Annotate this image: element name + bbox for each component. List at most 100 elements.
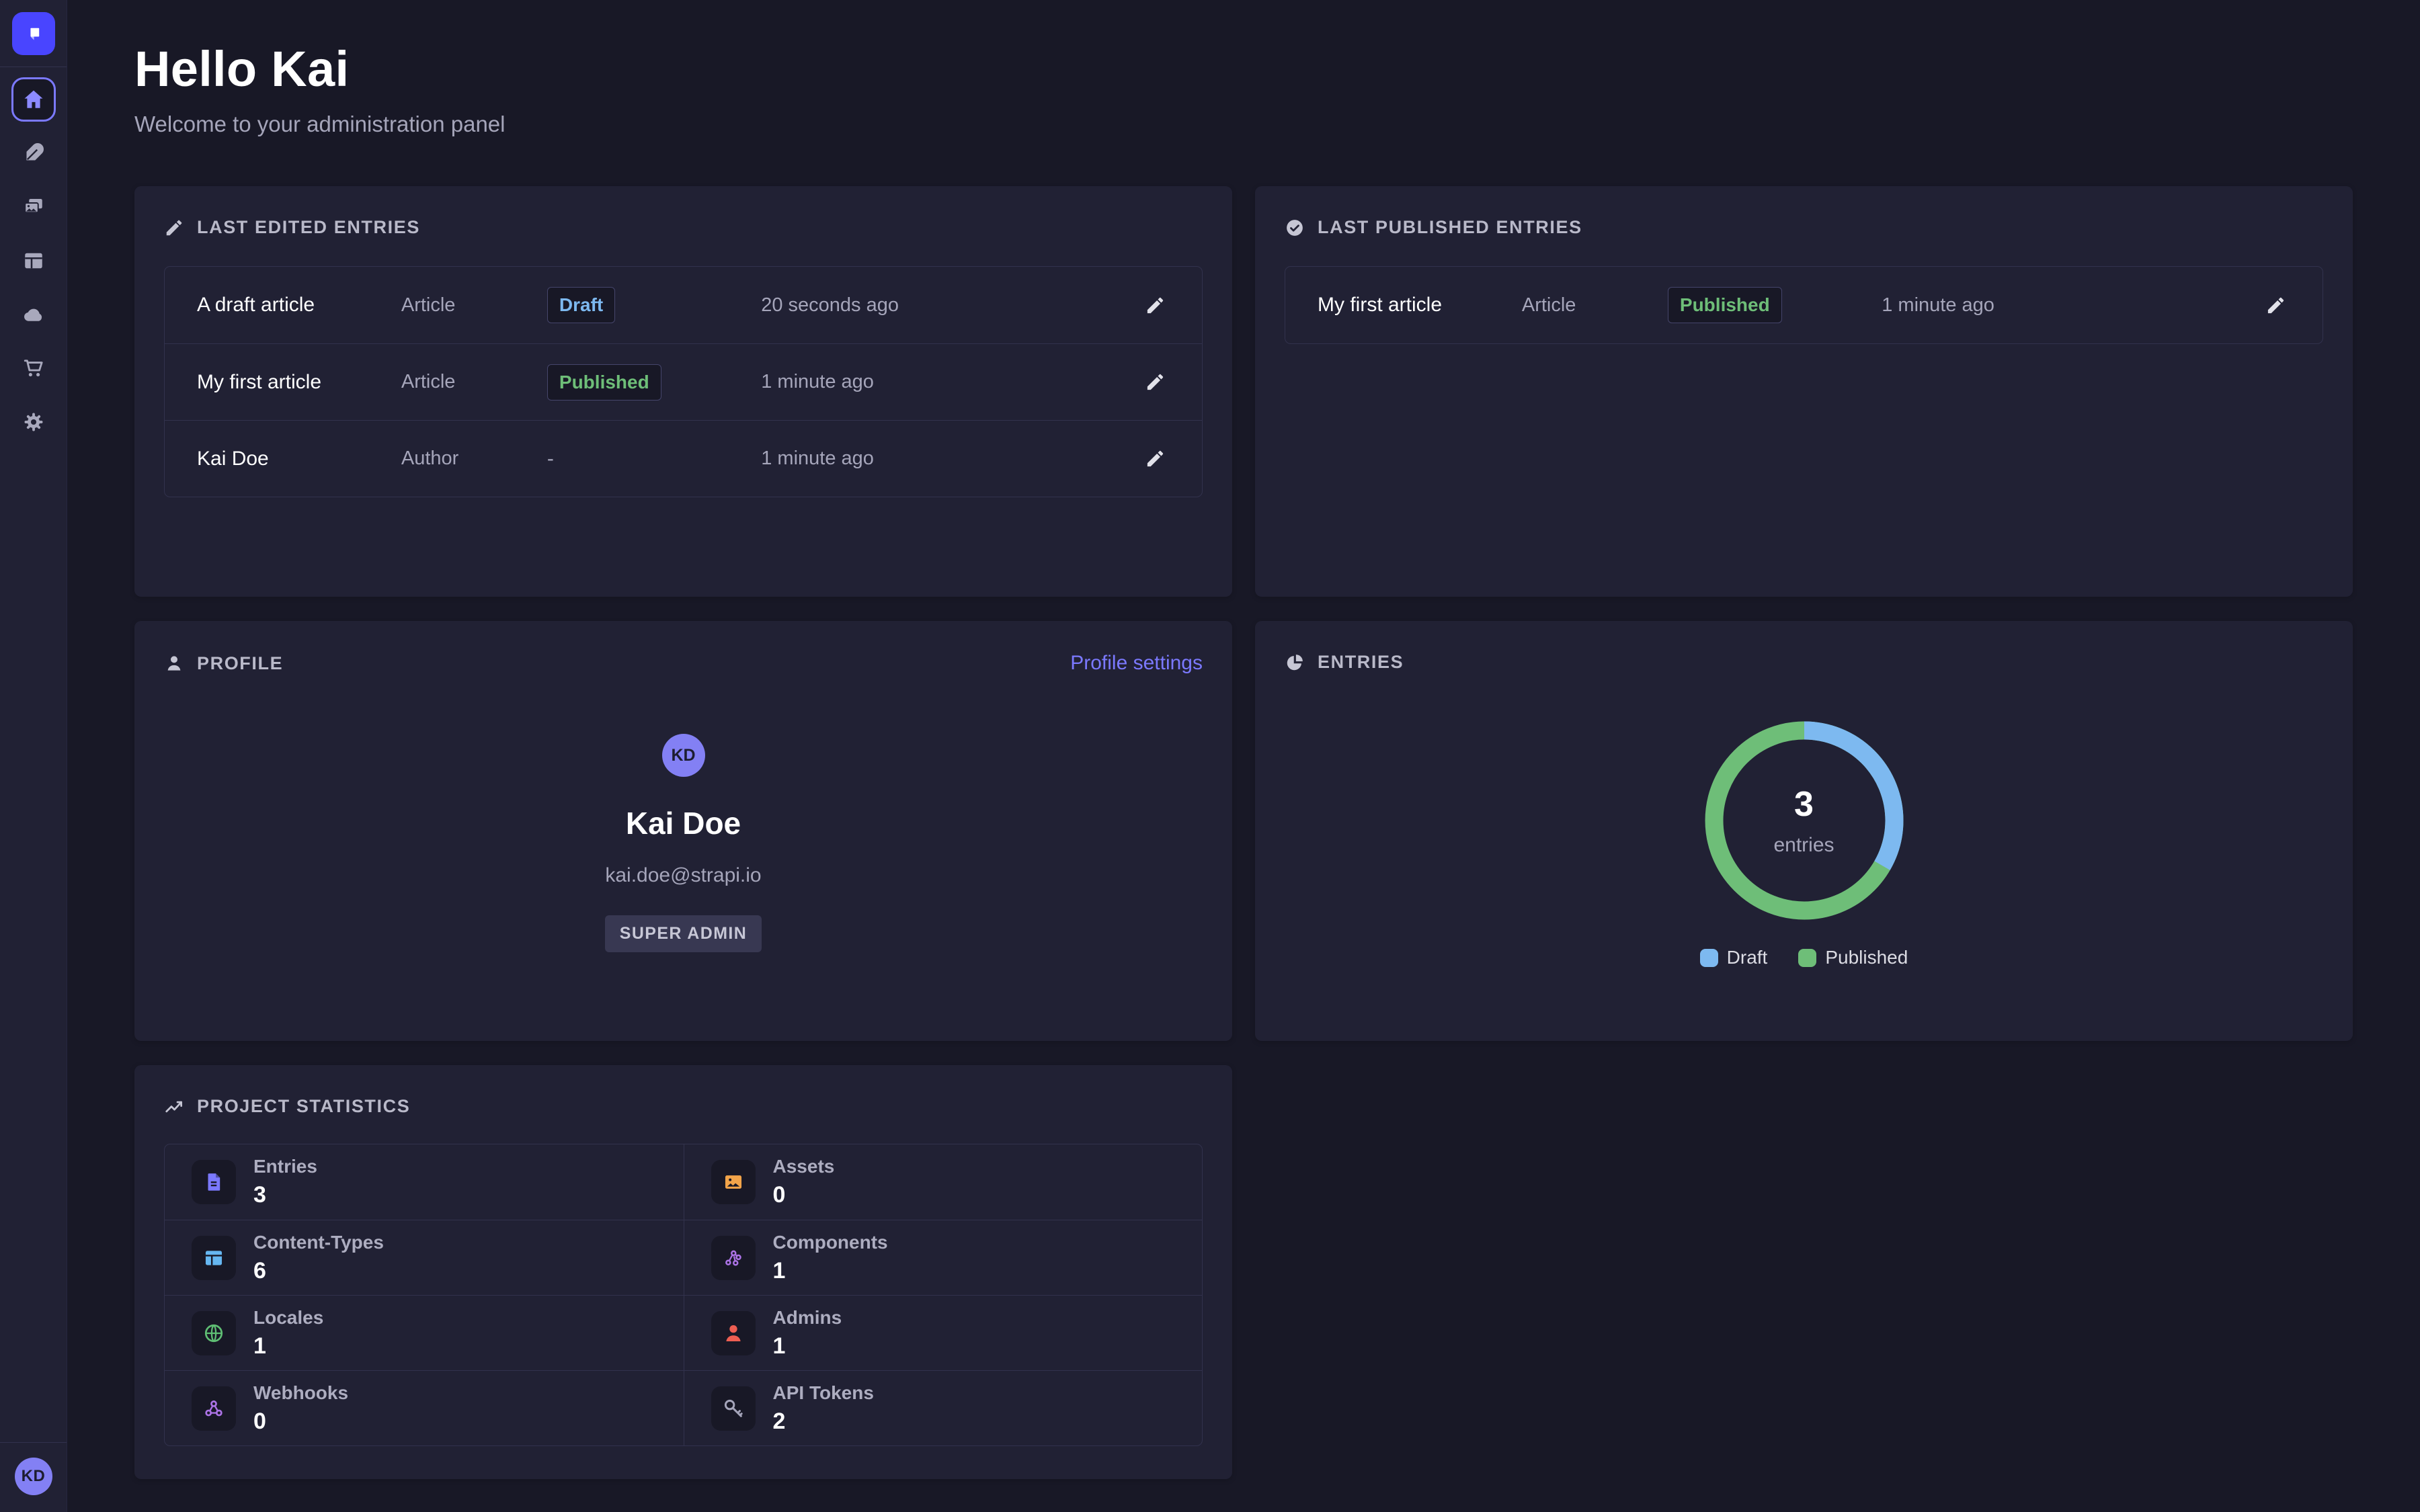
stat-label: Entries xyxy=(253,1156,317,1177)
stat-entries: Entries 3 xyxy=(165,1144,684,1220)
document-icon xyxy=(202,1171,225,1193)
profile-email: kai.doe@strapi.io xyxy=(605,864,761,887)
person-icon xyxy=(722,1322,745,1345)
table-row: My first article Article Published 1 min… xyxy=(1285,267,2323,343)
sidebar-item-home[interactable] xyxy=(11,77,56,122)
entry-kind: Article xyxy=(401,294,547,317)
stat-value: 3 xyxy=(253,1182,317,1208)
card-title: LAST EDITED ENTRIES xyxy=(197,217,420,238)
stat-value: 1 xyxy=(773,1333,842,1359)
sidebar-item-deploy[interactable] xyxy=(11,292,56,337)
sidebar-item-content-manager[interactable] xyxy=(11,131,56,175)
stat-label: Components xyxy=(773,1232,888,1253)
legend-item-draft: Draft xyxy=(1700,947,1768,968)
sidebar-nav xyxy=(11,77,56,444)
pencil-icon xyxy=(1145,448,1166,469)
sidebar-item-content-type-builder[interactable] xyxy=(11,239,56,283)
edit-entry-button[interactable] xyxy=(1140,444,1170,474)
pencil-icon xyxy=(1145,372,1166,392)
person-icon xyxy=(164,653,184,673)
legend-swatch xyxy=(1798,949,1816,967)
stat-api-tokens: API Tokens 2 xyxy=(684,1370,1203,1445)
status-plain: - xyxy=(547,448,761,470)
stat-label: Content-Types xyxy=(253,1232,384,1253)
last-published-entries-card: LAST PUBLISHED ENTRIES My first article … xyxy=(1255,186,2353,597)
stats-grid: Entries 3 Assets 0 xyxy=(164,1144,1203,1446)
sidebar-item-settings[interactable] xyxy=(11,400,56,444)
profile-settings-link[interactable]: Profile settings xyxy=(1070,652,1203,675)
card-header: PROFILE Profile settings xyxy=(164,652,1203,675)
entry-title: My first article xyxy=(197,371,401,394)
stat-value: 0 xyxy=(253,1409,348,1435)
table-row: Kai Doe Author - 1 minute ago xyxy=(165,420,1202,497)
image-icon xyxy=(722,1171,745,1193)
project-statistics-card: PROJECT STATISTICS Entries 3 xyxy=(134,1065,1232,1479)
status-badge: Draft xyxy=(547,287,615,323)
home-icon xyxy=(22,87,46,112)
dashboard-grid: LAST EDITED ENTRIES A draft article Arti… xyxy=(134,186,2353,1479)
stat-label: API Tokens xyxy=(773,1382,874,1404)
user-avatar[interactable]: KD xyxy=(15,1458,52,1495)
card-title: PROFILE xyxy=(197,653,283,674)
stat-label: Locales xyxy=(253,1307,323,1329)
logo-container xyxy=(0,0,67,67)
molecule-icon xyxy=(722,1247,745,1269)
stat-admins: Admins 1 xyxy=(684,1295,1203,1370)
webhook-icon xyxy=(202,1397,225,1420)
stat-value: 2 xyxy=(773,1409,874,1435)
stat-locales: Locales 1 xyxy=(165,1295,684,1370)
sidebar-item-marketplace[interactable] xyxy=(11,346,56,390)
edit-entry-button[interactable] xyxy=(1140,290,1170,320)
cart-icon xyxy=(22,356,46,380)
entry-title: A draft article xyxy=(197,294,401,317)
pencil-icon xyxy=(1145,295,1166,316)
key-icon xyxy=(722,1397,745,1420)
entries-table: A draft article Article Draft 20 seconds… xyxy=(164,266,1203,497)
last-edited-entries-card: LAST EDITED ENTRIES A draft article Arti… xyxy=(134,186,1232,597)
feather-icon xyxy=(22,141,46,165)
cloud-icon xyxy=(22,302,46,327)
legend-swatch xyxy=(1700,949,1718,967)
entry-kind: Article xyxy=(401,371,547,393)
stat-label: Webhooks xyxy=(253,1382,348,1404)
pie-chart-icon xyxy=(1285,653,1305,673)
entry-time: 20 seconds ago xyxy=(761,294,1024,317)
chart-legend: Draft Published xyxy=(1285,947,2323,968)
gear-icon xyxy=(22,410,46,434)
stat-content-types: Content-Types 6 xyxy=(165,1220,684,1295)
sidebar-footer: KD xyxy=(0,1442,67,1512)
legend-label: Published xyxy=(1825,947,1908,968)
stat-value: 1 xyxy=(773,1258,888,1284)
stat-label: Assets xyxy=(773,1156,835,1177)
sidebar-item-media-library[interactable] xyxy=(11,185,56,229)
edit-entry-button[interactable] xyxy=(1140,368,1170,397)
profile-name: Kai Doe xyxy=(626,805,741,841)
globe-icon xyxy=(202,1322,225,1345)
card-header: PROJECT STATISTICS xyxy=(164,1096,1203,1117)
card-header: ENTRIES xyxy=(1285,652,2323,673)
donut-total: 3 xyxy=(1794,784,1814,825)
table-row: A draft article Article Draft 20 seconds… xyxy=(165,267,1202,343)
entries-table: My first article Article Published 1 min… xyxy=(1285,266,2323,344)
entry-title: Kai Doe xyxy=(197,448,401,470)
entry-kind: Author xyxy=(401,448,547,470)
trending-up-icon xyxy=(164,1097,184,1117)
entry-kind: Article xyxy=(1522,294,1668,317)
card-header: LAST PUBLISHED ENTRIES xyxy=(1285,217,2323,238)
stat-value: 1 xyxy=(253,1333,323,1359)
card-title: LAST PUBLISHED ENTRIES xyxy=(1318,217,1582,238)
stat-assets: Assets 0 xyxy=(684,1144,1203,1220)
pencil-icon xyxy=(164,218,184,238)
main-content: Hello Kai Welcome to your administration… xyxy=(67,0,2420,1512)
entry-time: 1 minute ago xyxy=(1882,294,2144,317)
status-badge: Published xyxy=(547,364,661,401)
layout-icon xyxy=(202,1247,225,1269)
stat-value: 6 xyxy=(253,1258,384,1284)
images-icon xyxy=(22,195,46,219)
strapi-logo[interactable] xyxy=(12,12,55,55)
entry-title: My first article xyxy=(1318,294,1522,317)
page-title: Hello Kai xyxy=(134,40,2353,97)
entries-chart-card: ENTRIES 3 entries Draft xyxy=(1255,621,2353,1041)
role-badge: SUPER ADMIN xyxy=(605,915,762,952)
edit-entry-button[interactable] xyxy=(2261,290,2290,320)
